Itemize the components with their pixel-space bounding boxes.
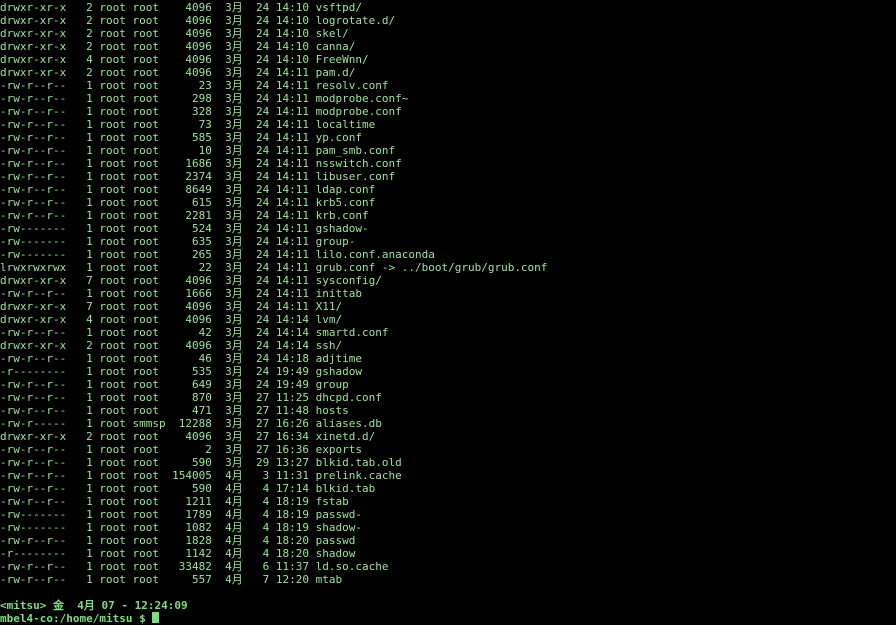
listing-line: -rw-r--r-- 1 root root 328 3月 24 14:11 m… [0,105,402,118]
listing-line: -rw-r--r-- 1 root root 46 3月 24 14:18 ad… [0,352,362,365]
prompt-status-line: <mitsu> 金 4月 07 - 12:24:09 [0,599,188,612]
prompt-path: mbel4-co:/home/mitsu $ [0,612,153,625]
listing-line: drwxr-xr-x 2 root root 4096 3月 27 16:34 … [0,430,376,443]
listing-line: drwxr-xr-x 2 root root 4096 3月 24 14:10 … [0,27,349,40]
terminal-window[interactable]: drwxr-xr-x 2 root root 4096 3月 24 14:10 … [0,0,896,625]
listing-line: -rw-r--r-- 1 root root 870 3月 27 11:25 d… [0,391,382,404]
listing-line: -rw-r--r-- 1 root root 471 3月 27 11:48 h… [0,404,349,417]
listing-line: -rw-r--r-- 1 root root 615 3月 24 14:11 k… [0,196,376,209]
listing-line: -rw-r--r-- 1 root root 298 3月 24 14:11 m… [0,92,409,105]
listing-line: -r-------- 1 root root 1142 4月 4 18:20 s… [0,547,356,560]
listing-line: -rw-r--r-- 1 root root 585 3月 24 14:11 y… [0,131,362,144]
listing-line: -rw-r--r-- 1 root root 154005 4月 3 11:31… [0,469,402,482]
listing-line: -rw-r--r-- 1 root root 10 3月 24 14:11 pa… [0,144,396,157]
listing-line: -rw-r--r-- 1 root root 1666 3月 24 14:11 … [0,287,362,300]
listing-line: drwxr-xr-x 7 root root 4096 3月 24 14:11 … [0,300,343,313]
listing-line: -rw-r--r-- 1 root root 1686 3月 24 14:11 … [0,157,402,170]
listing-line: -rw-r--r-- 1 root root 590 4月 4 17:14 bl… [0,482,376,495]
listing-line: -rw------- 1 root root 635 3月 24 14:11 g… [0,235,356,248]
listing-line: -rw------- 1 root root 1082 4月 4 18:19 s… [0,521,362,534]
directory-listing: drwxr-xr-x 2 root root 4096 3月 24 14:10 … [0,1,896,586]
listing-line: -rw-r--r-- 1 root root 590 3月 29 13:27 b… [0,456,402,469]
listing-line: -rw-r--r-- 1 root root 8649 3月 24 14:11 … [0,183,376,196]
listing-line: drwxr-xr-x 2 root root 4096 3月 24 14:14 … [0,339,343,352]
listing-line: -rw-r--r-- 1 root root 557 4月 7 12:20 mt… [0,573,343,586]
listing-line: drwxr-xr-x 7 root root 4096 3月 24 14:11 … [0,274,382,287]
listing-line: -rw------- 1 root root 1789 4月 4 18:19 p… [0,508,362,521]
listing-line: -rw-r--r-- 1 root root 23 3月 24 14:11 re… [0,79,389,92]
listing-line: -rw-r--r-- 1 root root 42 3月 24 14:14 sm… [0,326,389,339]
listing-line: drwxr-xr-x 2 root root 4096 3月 24 14:10 … [0,1,362,14]
listing-line: -rw-r--r-- 1 root root 2374 3月 24 14:11 … [0,170,396,183]
listing-line: drwxr-xr-x 4 root root 4096 3月 24 14:14 … [0,313,343,326]
text-cursor [152,612,160,623]
listing-line: -rw-r--r-- 1 root root 2281 3月 24 14:11 … [0,209,369,222]
listing-line: drwxr-xr-x 4 root root 4096 3月 24 14:10 … [0,53,369,66]
listing-line: -rw-r--r-- 1 root root 1211 4月 4 18:19 f… [0,495,349,508]
listing-line: drwxr-xr-x 2 root root 4096 3月 24 14:10 … [0,40,356,53]
listing-line: -rw------- 1 root root 524 3月 24 14:11 g… [0,222,369,235]
listing-line: -rw-r--r-- 1 root root 33482 4月 6 11:37 … [0,560,389,573]
listing-line: -rw-r----- 1 root smmsp 12288 3月 27 16:2… [0,417,382,430]
listing-line: -rw-r--r-- 1 root root 2 3月 27 16:36 exp… [0,443,362,456]
listing-line: -r-------- 1 root root 535 3月 24 19:49 g… [0,365,362,378]
listing-line: drwxr-xr-x 2 root root 4096 3月 24 14:11 … [0,66,356,79]
listing-line: drwxr-xr-x 2 root root 4096 3月 24 14:10 … [0,14,396,27]
listing-line: -rw------- 1 root root 265 3月 24 14:11 l… [0,248,435,261]
listing-line: -rw-r--r-- 1 root root 649 3月 24 19:49 g… [0,378,349,391]
command-prompt[interactable]: mbel4-co:/home/mitsu $ [0,612,896,625]
listing-line: -rw-r--r-- 1 root root 73 3月 24 14:11 lo… [0,118,376,131]
listing-line: lrwxrwxrwx 1 root root 22 3月 24 14:11 gr… [0,261,548,274]
listing-line: -rw-r--r-- 1 root root 1828 4月 4 18:20 p… [0,534,356,547]
